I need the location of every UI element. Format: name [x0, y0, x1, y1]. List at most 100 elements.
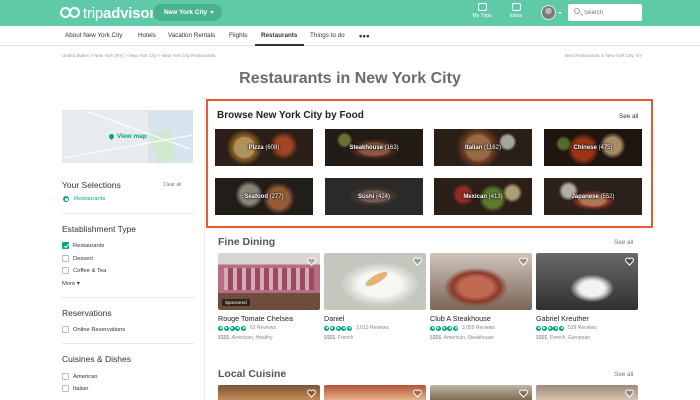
- local-restaurant-photo[interactable]: [218, 385, 320, 400]
- filter-dessert[interactable]: Dessert: [62, 255, 93, 262]
- map-preview[interactable]: View map: [62, 110, 193, 163]
- inbox-button[interactable]: Inbox: [501, 3, 531, 19]
- checkbox-icon[interactable]: [62, 326, 69, 333]
- divider: [62, 343, 194, 344]
- view-map-link[interactable]: View map: [107, 132, 147, 141]
- breadcrumb[interactable]: United States > New York (NY) > New York…: [62, 53, 215, 58]
- filter-online-reservations[interactable]: Online Reservations: [62, 326, 125, 333]
- page-title: Restaurants in New York City: [239, 70, 461, 87]
- logo-text: tripadvisor: [83, 4, 156, 22]
- establishment-type-heading: Establishment Type: [62, 224, 137, 234]
- heart-icon[interactable]: [307, 389, 316, 398]
- restaurant-meta: $$$$, American, Steakhouse: [430, 335, 494, 341]
- selected-filter-restaurants[interactable]: Restaurants: [63, 196, 105, 202]
- rating-row[interactable]: 62 Reviews: [218, 325, 276, 331]
- column-divider: [204, 97, 205, 400]
- active-tab-underline: [255, 44, 304, 46]
- more-filters-link[interactable]: More ▾: [62, 281, 80, 287]
- checkbox-icon[interactable]: [62, 267, 69, 274]
- review-count: 529 Reviews: [567, 325, 597, 331]
- rating-bubbles-icon: [218, 325, 247, 331]
- checkbox-checked-icon[interactable]: [62, 242, 69, 249]
- filter-label: Dessert: [73, 255, 93, 262]
- checkbox-icon[interactable]: [62, 385, 69, 392]
- nav-things-to-do[interactable]: Things to do: [310, 32, 345, 39]
- food-tile-chinese[interactable]: Chinese (475): [544, 129, 642, 166]
- chat-icon: [511, 3, 521, 11]
- more-nav-button[interactable]: •••: [359, 31, 370, 41]
- local-restaurant-photo[interactable]: [324, 385, 426, 400]
- heart-icon[interactable]: [625, 389, 634, 398]
- restaurant-meta: $$$$, French: [324, 335, 354, 341]
- restaurant-name[interactable]: Gabriel Kreuther: [536, 314, 589, 323]
- my-trips-label: My Trips: [472, 13, 492, 19]
- filter-restaurants[interactable]: Restaurants: [62, 242, 104, 249]
- food-tile-japanese[interactable]: Japanese (552): [544, 178, 642, 215]
- owl-eyes-icon: [60, 7, 80, 19]
- local-cuisine-see-all-link[interactable]: See all: [614, 371, 633, 378]
- your-selections-heading: Your Selections: [62, 180, 121, 190]
- filter-italian[interactable]: Italian: [62, 385, 88, 392]
- divider: [62, 213, 194, 214]
- chevron-down-icon: [210, 11, 214, 14]
- heart-icon[interactable]: [307, 257, 316, 266]
- heart-icon[interactable]: [625, 257, 634, 266]
- food-tile-steakhouse[interactable]: Steakhouse (163): [325, 129, 423, 166]
- restaurant-name[interactable]: Club A Steakhouse: [430, 314, 491, 323]
- rating-row[interactable]: 529 Reviews: [536, 325, 597, 331]
- nav-restaurants[interactable]: Restaurants: [261, 32, 297, 39]
- rating-bubbles-icon: [430, 325, 459, 331]
- filter-label: American: [73, 373, 98, 380]
- fine-dining-see-all-link[interactable]: See all: [614, 239, 633, 246]
- filter-american[interactable]: American: [62, 373, 97, 380]
- my-trips-button[interactable]: My Trips: [467, 3, 497, 19]
- restaurant-meta: $$$$, American, Healthy: [218, 335, 273, 341]
- nav-flights[interactable]: Flights: [229, 32, 248, 39]
- restaurant-photo-daniel[interactable]: [324, 253, 426, 310]
- tripadvisor-logo[interactable]: tripadvisor: [60, 4, 155, 22]
- sponsored-badge: Sponsored: [222, 299, 250, 306]
- map-pin-icon: [107, 132, 116, 141]
- restaurant-meta: $$$$, French, European: [536, 335, 590, 341]
- browse-see-all-link[interactable]: See all: [619, 113, 638, 120]
- food-tile-mexican[interactable]: Mexican (413): [434, 178, 532, 215]
- rating-row[interactable]: 3,059 Reviews: [430, 325, 495, 331]
- rating-row[interactable]: 3,013 Reviews: [324, 325, 389, 331]
- browse-by-food-title: Browse New York City by Food: [217, 110, 364, 121]
- heart-icon[interactable]: [519, 257, 528, 266]
- nav-about[interactable]: About New York City: [65, 32, 122, 39]
- local-restaurant-photo[interactable]: [430, 385, 532, 400]
- restaurant-photo-gabriel-kreuther[interactable]: [536, 253, 638, 310]
- restaurant-name[interactable]: Rouge Tomate Chelsea: [218, 314, 293, 323]
- heart-icon[interactable]: [413, 257, 422, 266]
- restaurant-photo-club-a[interactable]: [430, 253, 532, 310]
- restaurant-photo-rouge-tomate[interactable]: Sponsored: [218, 253, 320, 310]
- filter-label: Italian: [73, 385, 89, 392]
- review-count: 3,013 Reviews: [355, 325, 389, 331]
- filter-label: Coffee & Tea: [73, 267, 107, 274]
- search-box[interactable]: [568, 4, 642, 21]
- avatar[interactable]: [541, 5, 556, 20]
- nav-vacation-rentals[interactable]: Vacation Rentals: [168, 32, 215, 39]
- location-label: New York City: [164, 9, 208, 16]
- food-tile-seafood[interactable]: Seafood (277): [215, 178, 313, 215]
- food-tile-pizza[interactable]: Pizza (608): [215, 129, 313, 166]
- nav-hotels[interactable]: Hotels: [138, 32, 156, 39]
- food-tile-sushi[interactable]: Sushi (424): [325, 178, 423, 215]
- restaurant-name[interactable]: Daniel: [324, 314, 344, 323]
- clear-all-link[interactable]: Clear all: [163, 182, 181, 188]
- filter-coffee-tea[interactable]: Coffee & Tea: [62, 267, 106, 274]
- filter-label: Restaurants: [73, 242, 105, 249]
- checkbox-icon[interactable]: [62, 373, 69, 380]
- location-dropdown[interactable]: New York City: [153, 4, 222, 21]
- search-input[interactable]: [584, 7, 638, 18]
- local-restaurant-photo[interactable]: [536, 385, 638, 400]
- inbox-label: Inbox: [509, 13, 523, 19]
- food-tile-italian[interactable]: Italian (1162): [434, 129, 532, 166]
- heart-icon[interactable]: [413, 389, 422, 398]
- divider: [62, 297, 194, 298]
- heart-icon[interactable]: [519, 389, 528, 398]
- selected-filter-label: Restaurants: [74, 196, 106, 202]
- checkbox-icon[interactable]: [62, 255, 69, 262]
- chevron-down-icon[interactable]: [558, 12, 562, 14]
